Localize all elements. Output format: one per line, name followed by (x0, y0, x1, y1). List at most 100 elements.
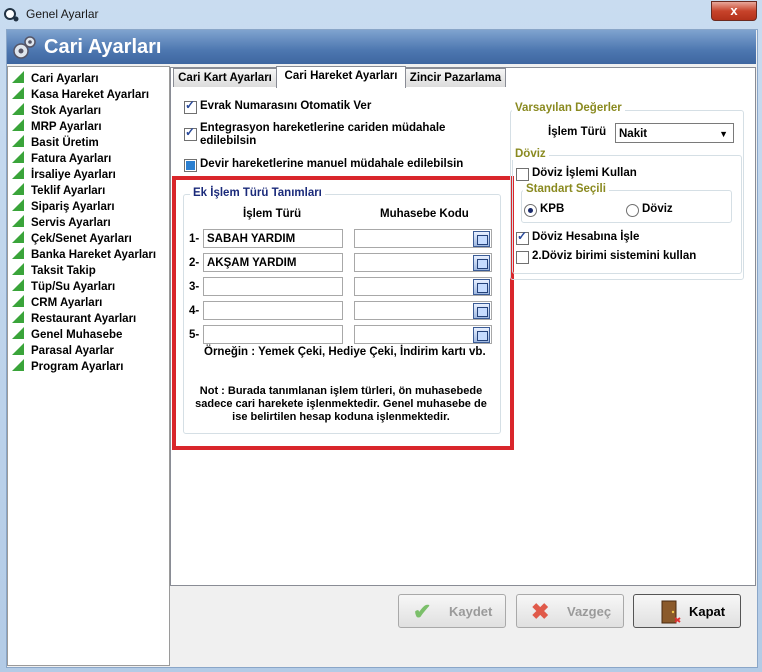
tab-cari-kart[interactable]: Cari Kart Ayarları (173, 68, 277, 87)
sidebar-item[interactable]: CRM Ayarları (12, 295, 102, 311)
evrak-checkbox[interactable] (184, 98, 197, 114)
islem-turu-input[interactable] (203, 325, 343, 344)
checkmark-icon: ✔ (413, 599, 432, 624)
sidebar-item[interactable]: Fatura Ayarları (12, 151, 111, 167)
window-title: Genel Ayarlar (26, 7, 99, 21)
sidebar-item[interactable]: Banka Hareket Ayarları (12, 247, 156, 263)
doviz-hesabina-label: Döviz Hesabına İşle (532, 231, 640, 243)
sidebar-item-label: Sipariş Ayarları (31, 201, 115, 213)
islem-turu-input[interactable] (203, 301, 343, 320)
islem-turu-label: İşlem Türü (548, 126, 607, 138)
kpb-label: KPB (540, 203, 565, 215)
sidebar-item[interactable]: Servis Ayarları (12, 215, 111, 231)
sidebar-item[interactable]: Parasal Ayarlar (12, 343, 114, 359)
sidebar-item-label: Banka Hareket Ayarları (31, 249, 157, 261)
sidebar-item-label: Basit Üretim (31, 137, 99, 149)
sidebar-item[interactable]: Tüp/Su Ayarları (12, 279, 115, 295)
sidebar-item[interactable]: Sipariş Ayarları (12, 199, 115, 215)
ikinci-doviz-label: 2.Döviz birimi sistemini kullan (532, 250, 697, 262)
sidebar-item[interactable]: Genel Muhasebe (12, 327, 122, 343)
tab-cari-hareket[interactable]: Cari Hareket Ayarları (276, 66, 406, 88)
green-triangle-icon (12, 295, 24, 307)
muhasebe-kodu-input[interactable] (354, 301, 492, 320)
kaydet-label: Kaydet (449, 604, 493, 619)
varsayilan-legend: Varsayılan Değerler (512, 102, 625, 114)
cancel-x-icon: ✖ (531, 599, 550, 624)
muhasebe-kodu-input[interactable] (354, 253, 492, 272)
lookup-icon[interactable] (473, 231, 490, 247)
green-triangle-icon (12, 231, 24, 243)
green-triangle-icon (12, 183, 24, 195)
sidebar-item-label: Taksit Takip (31, 265, 96, 277)
doviz-islemi-checkbox[interactable] (516, 168, 529, 181)
kaydet-button[interactable]: ✔ Kaydet (398, 594, 506, 628)
tab-label: Cari Kart Ayarları (178, 72, 272, 84)
green-triangle-icon (12, 263, 24, 275)
row-number: 3- (189, 281, 200, 293)
sidebar-item-label: Servis Ayarları (31, 217, 111, 229)
chevron-down-icon: ▼ (719, 129, 728, 139)
sidebar-item-label: Teklif Ayarları (31, 185, 106, 197)
lookup-icon[interactable] (473, 327, 490, 343)
lookup-icon[interactable] (473, 255, 490, 271)
evrak-label: Evrak Numarasını Otomatik Ver (200, 100, 372, 112)
sidebar-item[interactable]: Kasa Hareket Ayarları (12, 87, 149, 103)
green-triangle-icon (12, 311, 24, 323)
sidebar-item-label: Restaurant Ayarları (31, 313, 137, 325)
green-triangle-icon (12, 151, 24, 163)
sidebar-item-label: Fatura Ayarları (31, 153, 112, 165)
green-triangle-icon (12, 247, 24, 259)
doviz-radio[interactable] (626, 204, 639, 217)
doviz-radio-label: Döviz (642, 203, 673, 215)
title-bar (0, 0, 762, 28)
tab-zincir-pazarlama[interactable]: Zincir Pazarlama (405, 68, 506, 87)
muhasebe-kodu-input[interactable] (354, 325, 492, 344)
doviz-hesabina-checkbox[interactable] (516, 229, 529, 245)
muhasebe-kodu-input[interactable] (354, 277, 492, 296)
sidebar-item-label: Genel Muhasebe (31, 329, 123, 341)
sidebar-item[interactable]: MRP Ayarları (12, 119, 102, 135)
sidebar-item[interactable]: Program Ayarları (12, 359, 123, 375)
close-button[interactable]: x (711, 1, 757, 21)
sidebar-item[interactable]: İrsaliye Ayarları (12, 167, 116, 183)
islem-turu-select[interactable]: Nakit ▼ (615, 123, 734, 143)
green-triangle-icon (12, 327, 24, 339)
note-text: Not : Burada tanımlanan işlem türleri, ö… (195, 385, 487, 423)
col-islem-turu: İşlem Türü (243, 208, 302, 220)
sidebar-item[interactable]: Taksit Takip (12, 263, 96, 279)
example-text: Örneğin : Yemek Çeki, Hediye Çeki, İndir… (204, 346, 486, 358)
kapat-button[interactable]: Kapat (633, 594, 741, 628)
sidebar-item-label: İrsaliye Ayarları (31, 169, 116, 181)
ikinci-doviz-checkbox[interactable] (516, 251, 529, 264)
green-triangle-icon (12, 359, 24, 371)
sidebar: Cari Ayarları Kasa Hareket Ayarları Stok A… (7, 66, 170, 666)
kpb-radio[interactable] (524, 204, 537, 217)
sidebar-item-label: Parasal Ayarlar (31, 345, 114, 357)
lookup-icon[interactable] (473, 279, 490, 295)
tab-label: Zincir Pazarlama (409, 72, 502, 84)
sidebar-item[interactable]: Teklif Ayarları (12, 183, 105, 199)
col-muhasebe-kodu: Muhasebe Kodu (380, 208, 469, 220)
doviz-legend: Döviz (512, 148, 549, 160)
sidebar-item[interactable]: Stok Ayarları (12, 103, 101, 119)
muhasebe-kodu-input[interactable] (354, 229, 492, 248)
lookup-icon[interactable] (473, 303, 490, 319)
green-triangle-icon (12, 343, 24, 355)
green-triangle-icon (12, 135, 24, 147)
sidebar-item[interactable]: Cari Ayarları (12, 71, 99, 87)
sidebar-item-label: Stok Ayarları (31, 105, 102, 117)
devir-label: Devir hareketlerine manuel müdahale edil… (200, 158, 464, 170)
vazgec-button[interactable]: ✖ Vazgeç (516, 594, 624, 628)
sidebar-item[interactable]: Basit Üretim (12, 135, 99, 151)
devir-checkbox[interactable] (184, 159, 197, 172)
sidebar-item[interactable]: Restaurant Ayarları (12, 311, 136, 327)
entegrasyon-label: Entegrasyon hareketlerine cariden müdaha… (200, 122, 446, 147)
vazgec-label: Vazgeç (567, 604, 612, 619)
entegrasyon-checkbox[interactable] (184, 125, 197, 141)
standart-legend: Standart Seçili (523, 183, 609, 195)
islem-turu-input[interactable]: AKŞAM YARDIM (203, 253, 343, 272)
islem-turu-input[interactable]: SABAH YARDIM (203, 229, 343, 248)
islem-turu-input[interactable] (203, 277, 343, 296)
green-triangle-icon (12, 279, 24, 291)
sidebar-item[interactable]: Çek/Senet Ayarları (12, 231, 132, 247)
